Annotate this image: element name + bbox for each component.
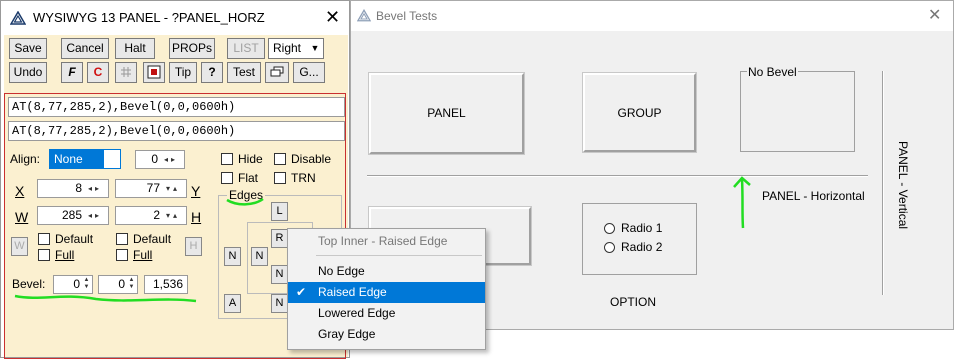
- menu-item-no-edge[interactable]: No Edge: [288, 261, 485, 282]
- radio-2-label: Radio 2: [621, 240, 663, 254]
- close-icon[interactable]: ✕: [928, 7, 941, 25]
- no-bevel-label: No Bevel: [747, 65, 798, 79]
- green-arrow-annotation: [733, 176, 751, 229]
- option-box: [582, 203, 697, 275]
- edge-context-menu: Top Inner - Raised Edge No Edge ✔ Raised…: [287, 228, 486, 350]
- menu-header: Top Inner - Raised Edge: [318, 234, 448, 248]
- vertical-panel-line: [882, 71, 884, 295]
- bevel-titlebar[interactable]: Bevel Tests ✕: [351, 1, 953, 31]
- menu-separator: [316, 255, 482, 256]
- radio-1-label: Radio 1: [621, 221, 663, 235]
- panel-horizontal-label: PANEL - Horizontal: [762, 189, 865, 203]
- menu-item-raised-edge[interactable]: ✔ Raised Edge: [288, 282, 485, 303]
- group-raised-box: GROUP: [583, 73, 696, 152]
- option-label: OPTION: [610, 295, 657, 309]
- bevel-window-title: Bevel Tests: [376, 9, 438, 23]
- panel-raised-box: PANEL: [369, 73, 524, 154]
- horizontal-panel-line: [367, 175, 868, 177]
- app-logo-icon: [357, 9, 371, 22]
- no-bevel-box: [740, 71, 855, 152]
- group-box-label: GROUP: [617, 106, 662, 120]
- menu-item-lowered-edge[interactable]: Lowered Edge: [288, 303, 485, 324]
- radio-1-button[interactable]: [604, 223, 615, 234]
- menu-item-raised-edge-label: Raised Edge: [318, 285, 387, 299]
- panel-vertical-label: PANEL - Vertical: [896, 141, 910, 230]
- checkmark-icon: ✔: [296, 285, 307, 299]
- panel-box-label: PANEL: [427, 106, 466, 120]
- radio-2-button[interactable]: [604, 242, 615, 253]
- menu-item-gray-edge[interactable]: Gray Edge: [288, 324, 485, 345]
